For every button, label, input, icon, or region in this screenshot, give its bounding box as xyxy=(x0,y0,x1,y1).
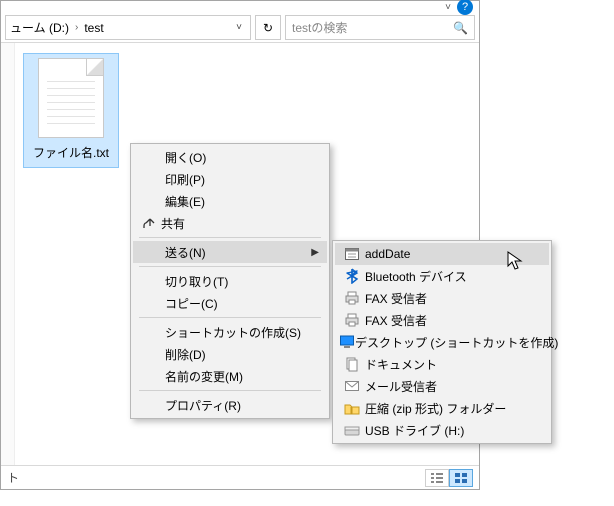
grid-view-icon xyxy=(455,473,467,483)
usb-drive-icon xyxy=(339,422,365,438)
status-text: ト xyxy=(7,469,19,486)
sendto-mail[interactable]: メール受信者 xyxy=(335,375,549,397)
menu-open[interactable]: 開く(O) xyxy=(133,146,327,168)
text-file-icon xyxy=(38,58,104,138)
titlebar: ˅ ? xyxy=(1,1,479,13)
menu-sendto[interactable]: 送る(N) ▶ xyxy=(133,241,327,263)
menu-separator xyxy=(139,237,321,238)
view-details-button[interactable] xyxy=(425,469,449,487)
mail-icon xyxy=(339,378,365,394)
fax-icon xyxy=(339,312,365,328)
menu-separator xyxy=(139,390,321,391)
desktop-icon xyxy=(339,334,355,350)
refresh-button[interactable]: ↻ xyxy=(255,15,281,40)
menu-delete[interactable]: 削除(D) xyxy=(133,343,327,365)
fax-icon xyxy=(339,290,365,306)
menu-separator xyxy=(139,317,321,318)
sendto-adddate[interactable]: addDate xyxy=(335,243,549,265)
address-dropdown-icon[interactable]: ˅ xyxy=(232,22,246,33)
breadcrumb-box[interactable]: ューム (D:) › test ˅ xyxy=(5,15,251,40)
menu-separator xyxy=(139,266,321,267)
view-switcher xyxy=(425,469,473,487)
sendto-fax2[interactable]: FAX 受信者 xyxy=(335,309,549,331)
breadcrumb-part-drive[interactable]: ューム (D:) xyxy=(10,19,69,36)
calendar-icon xyxy=(339,246,365,262)
menu-cut[interactable]: 切り取り(T) xyxy=(133,270,327,292)
breadcrumb-sep-icon: › xyxy=(75,22,78,33)
sendto-submenu: addDate Bluetooth デバイス FAX 受信者 FAX 受信者 デ… xyxy=(332,240,552,444)
menu-share[interactable]: 共有 xyxy=(133,212,327,234)
share-icon xyxy=(139,215,161,231)
sendto-zip[interactable]: 圧縮 (zip 形式) フォルダー xyxy=(335,397,549,419)
context-menu: 開く(O) 印刷(P) 編集(E) 共有 送る(N) ▶ 切り取り(T) コピー… xyxy=(130,143,330,419)
nav-pane[interactable] xyxy=(1,43,15,465)
documents-icon xyxy=(339,356,365,372)
refresh-icon: ↻ xyxy=(263,21,273,35)
search-placeholder: testの検索 xyxy=(292,19,347,36)
menu-edit[interactable]: 編集(E) xyxy=(133,190,327,212)
status-bar: ト xyxy=(1,465,479,489)
titlebar-dropdown-icon[interactable]: ˅ xyxy=(445,2,451,13)
menu-create-shortcut[interactable]: ショートカットの作成(S) xyxy=(133,321,327,343)
sendto-desktop[interactable]: デスクトップ (ショートカットを作成) xyxy=(335,331,549,353)
menu-print[interactable]: 印刷(P) xyxy=(133,168,327,190)
sendto-documents[interactable]: ドキュメント xyxy=(335,353,549,375)
file-name-label: ファイル名.txt xyxy=(26,144,116,161)
bluetooth-icon xyxy=(339,268,365,284)
file-item-selected[interactable]: ファイル名.txt xyxy=(23,53,119,168)
view-large-icons-button[interactable] xyxy=(449,469,473,487)
zip-folder-icon xyxy=(339,400,365,416)
breadcrumb-part-folder[interactable]: test xyxy=(84,21,103,35)
address-bar: ューム (D:) › test ˅ ↻ testの検索 🔍 xyxy=(1,13,479,43)
menu-properties[interactable]: プロパティ(R) xyxy=(133,394,327,416)
menu-copy[interactable]: コピー(C) xyxy=(133,292,327,314)
list-view-icon xyxy=(431,473,443,483)
sendto-fax1[interactable]: FAX 受信者 xyxy=(335,287,549,309)
submenu-arrow-icon: ▶ xyxy=(311,247,319,258)
sendto-usb[interactable]: USB ドライブ (H:) xyxy=(335,419,549,441)
sendto-bluetooth[interactable]: Bluetooth デバイス xyxy=(335,265,549,287)
search-icon: 🔍 xyxy=(453,21,468,35)
menu-rename[interactable]: 名前の変更(M) xyxy=(133,365,327,387)
search-input[interactable]: testの検索 🔍 xyxy=(285,15,475,40)
